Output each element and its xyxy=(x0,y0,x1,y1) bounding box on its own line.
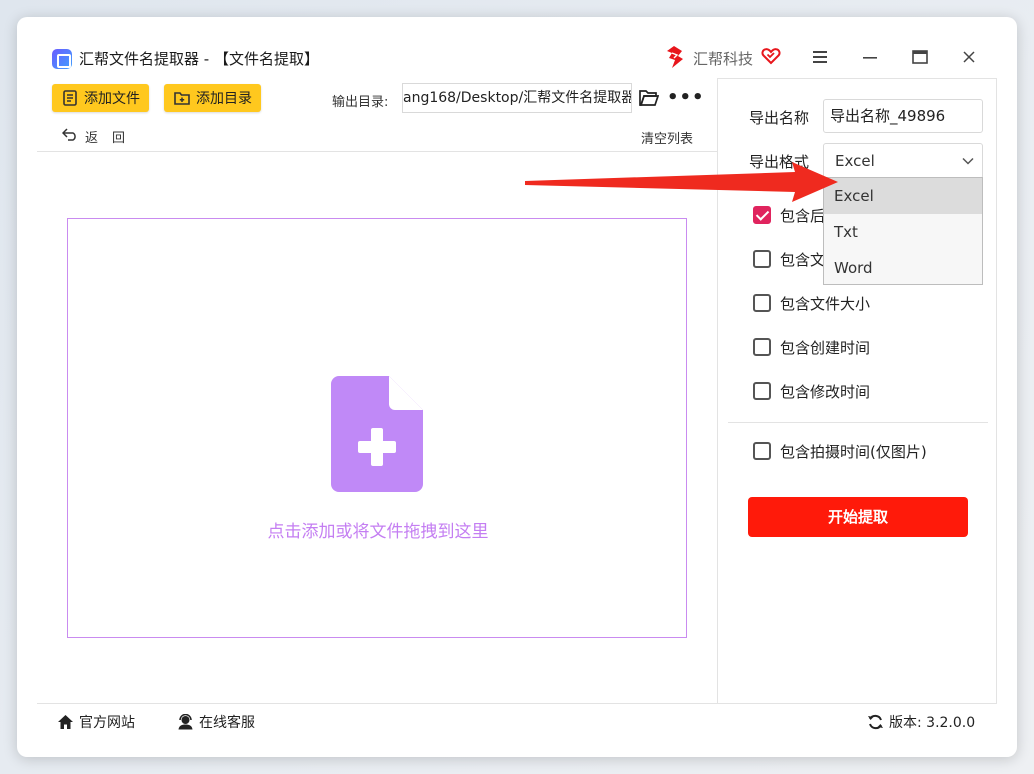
footer-divider xyxy=(37,703,997,704)
format-option-txt[interactable]: Txt xyxy=(824,214,982,250)
online-service-link[interactable]: 在线客服 xyxy=(177,712,255,732)
add-directory-button[interactable]: 添加目录 xyxy=(164,84,261,112)
format-option-excel[interactable]: Excel xyxy=(824,178,982,214)
more-options-icon[interactable]: ••• xyxy=(667,87,705,108)
clear-list-button[interactable]: 清空列表 xyxy=(641,128,693,147)
add-file-icon xyxy=(63,90,77,106)
brand-name: 汇帮科技 xyxy=(693,50,754,68)
start-extract-button[interactable]: 开始提取 xyxy=(748,497,968,537)
file-drop-zone[interactable]: 点击添加或将文件拖拽到这里 xyxy=(67,218,687,638)
checkbox-checked[interactable] xyxy=(753,206,771,224)
add-folder-icon xyxy=(174,92,190,105)
export-name-label: 导出名称 xyxy=(749,109,810,127)
brand-logo-icon xyxy=(667,46,683,68)
option-include-shot-time[interactable]: 包含拍摄时间(仅图片) xyxy=(753,439,927,463)
export-format-select[interactable]: Excel xyxy=(823,143,983,179)
refresh-icon xyxy=(868,714,883,730)
output-dir-field[interactable]: ang168/Desktop/汇帮文件名提取器 xyxy=(402,83,632,113)
official-site-label: 官方网站 xyxy=(79,715,135,731)
checkbox[interactable] xyxy=(753,250,771,268)
format-dropdown-menu: Excel Txt Word xyxy=(823,177,983,285)
chevron-down-icon xyxy=(962,157,974,165)
add-file-label: 添加文件 xyxy=(84,91,140,107)
option-include-size[interactable]: 包含文件大小 xyxy=(753,291,870,315)
title-bar: 汇帮文件名提取器 - 【文件名提取】 汇帮科技 xyxy=(17,17,1017,77)
options-divider xyxy=(728,422,988,423)
export-name-input[interactable]: 导出名称_49896 xyxy=(823,99,983,133)
version-label: 版本: 3.2.0.0 xyxy=(889,715,976,731)
app-window: 汇帮文件名提取器 - 【文件名提取】 汇帮科技 添加文件 添加目录 输出目录: … xyxy=(17,17,1017,757)
home-icon xyxy=(58,715,73,729)
version-info[interactable]: 版本: 3.2.0.0 xyxy=(867,712,975,732)
menu-icon[interactable] xyxy=(807,45,833,69)
option-label: 包含创建时间 xyxy=(780,338,871,357)
checkbox[interactable] xyxy=(753,338,771,356)
minimize-icon[interactable] xyxy=(857,45,883,69)
checkbox[interactable] xyxy=(753,442,771,460)
option-include-modified-time[interactable]: 包含修改时间 xyxy=(753,379,870,403)
option-include-created-time[interactable]: 包含创建时间 xyxy=(753,335,870,359)
back-button[interactable]: 返回 xyxy=(85,127,139,146)
export-format-value: Excel xyxy=(835,152,875,170)
add-file-plus-icon xyxy=(331,376,423,492)
heart-icon[interactable] xyxy=(761,46,781,66)
toolbar-divider xyxy=(37,151,717,152)
checkbox[interactable] xyxy=(753,382,771,400)
folder-open-icon[interactable] xyxy=(639,89,659,107)
settings-panel: 导出名称 导出名称_49896 导出格式 Excel Excel Txt Wor… xyxy=(717,78,997,703)
online-service-label: 在线客服 xyxy=(199,715,255,731)
app-logo-icon xyxy=(52,49,72,69)
maximize-icon[interactable] xyxy=(907,45,933,69)
official-site-link[interactable]: 官方网站 xyxy=(57,712,135,732)
back-arrow-icon[interactable] xyxy=(62,127,78,141)
drop-hint-text: 点击添加或将文件拖拽到这里 xyxy=(267,522,489,542)
add-directory-label: 添加目录 xyxy=(196,91,252,107)
option-label: 包含修改时间 xyxy=(780,382,871,401)
customer-service-icon xyxy=(178,714,193,730)
option-label: 包含拍摄时间(仅图片) xyxy=(780,442,927,461)
format-option-word[interactable]: Word xyxy=(824,250,982,286)
close-icon[interactable] xyxy=(956,45,982,69)
checkbox[interactable] xyxy=(753,294,771,312)
option-label: 包含文件大小 xyxy=(780,294,871,313)
output-dir-label: 输出目录: xyxy=(332,95,389,110)
export-format-label: 导出格式 xyxy=(749,153,810,171)
add-file-button[interactable]: 添加文件 xyxy=(52,84,149,112)
window-title: 汇帮文件名提取器 - 【文件名提取】 xyxy=(79,50,319,68)
